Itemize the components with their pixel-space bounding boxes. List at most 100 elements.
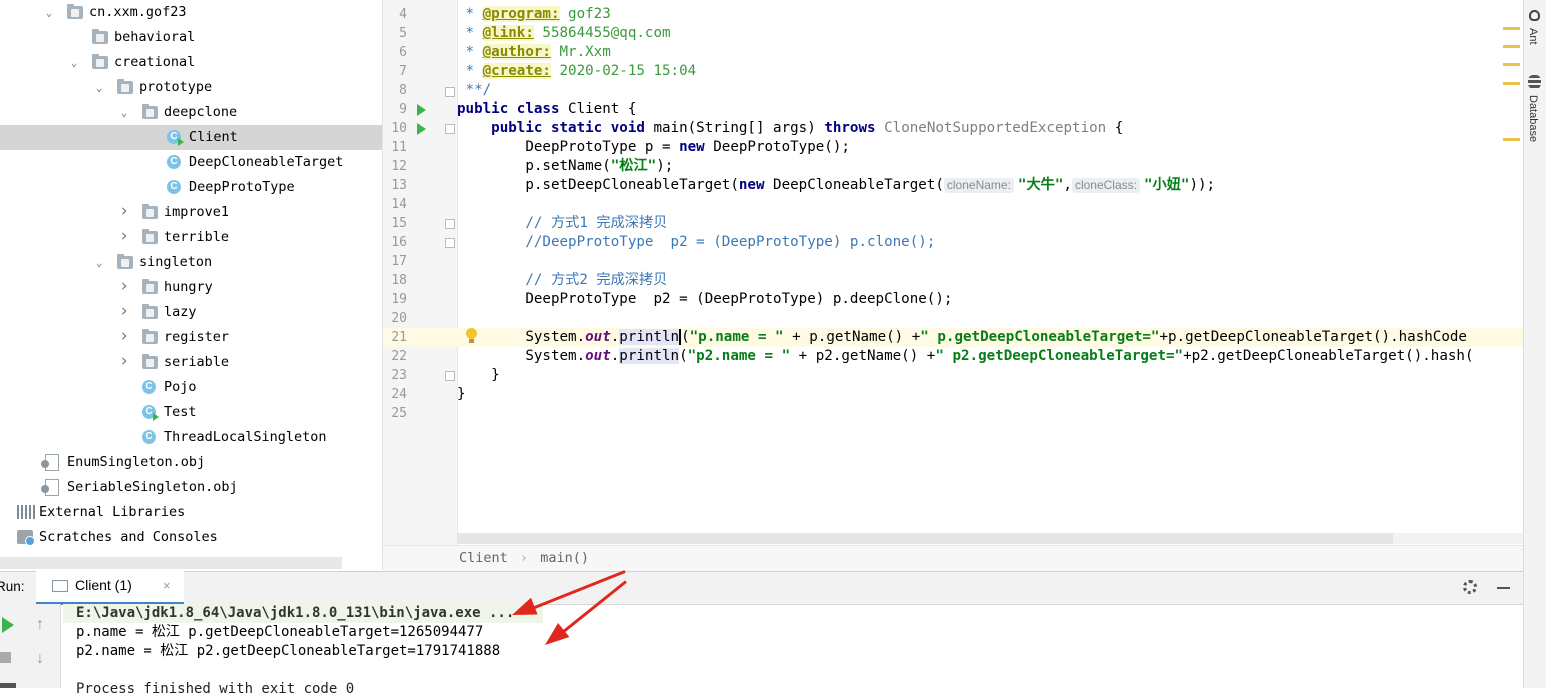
tree-item[interactable]: › hungry — [0, 275, 382, 300]
run-main-gutter-icon[interactable] — [417, 123, 426, 135]
code-line[interactable]: DeepProtoType p = new DeepProtoType(); — [457, 138, 850, 157]
line-number: 24 — [391, 387, 407, 402]
editor-horizontal-scrollbar[interactable] — [457, 533, 1393, 544]
tree-item-label: EnumSingleton.obj — [67, 454, 206, 470]
tree-item-label: SeriableSingleton.obj — [67, 479, 238, 495]
chevron-right-icon[interactable]: › — [118, 275, 130, 300]
parameter-hint: cloneClass: — [1071, 178, 1140, 193]
chevron-right-icon[interactable]: › — [118, 325, 130, 350]
run-class-gutter-icon[interactable] — [417, 104, 426, 116]
code-line[interactable]: * @link: 55864455@qq.com — [457, 24, 671, 43]
chevron-right-icon[interactable]: › — [118, 300, 130, 325]
code-line[interactable]: * @create: 2020-02-15 15:04 — [457, 62, 696, 81]
code-line[interactable]: * @author: Mr.Xxm — [457, 43, 611, 62]
ant-tool-tab[interactable]: Ant — [1527, 28, 1539, 45]
tree-item[interactable]: C Test — [0, 400, 382, 425]
scroll-down-icon[interactable]: ↓ — [36, 650, 44, 668]
code-line[interactable]: public static void main(String[] args) t… — [457, 119, 1123, 138]
line-number: 13 — [391, 178, 407, 193]
tree-item[interactable]: C DeepCloneableTarget — [0, 150, 382, 175]
code-line[interactable]: **/ — [457, 81, 492, 100]
line-number: 23 — [391, 368, 407, 383]
fold-marker[interactable] — [445, 124, 455, 134]
tree-item[interactable]: › terrible — [0, 225, 382, 250]
code-token: //DeepProtoType p2 = (DeepProtoType) p.c… — [525, 234, 936, 250]
tree-item[interactable]: SeriableSingleton.obj — [0, 475, 382, 500]
code-line[interactable]: } — [457, 385, 466, 404]
breadcrumb-method[interactable]: main() — [540, 550, 589, 566]
tree-item[interactable]: ⌄ prototype — [0, 75, 382, 100]
error-stripe-mark[interactable] — [1503, 63, 1520, 66]
fold-marker[interactable] — [445, 87, 455, 97]
tree-item[interactable]: ⌄ deepclone — [0, 100, 382, 125]
tree-item[interactable]: ⌄ cn.xxm.gof23 — [0, 0, 382, 25]
close-tab-icon[interactable]: × — [163, 578, 171, 593]
breadcrumb-class[interactable]: Client — [459, 550, 508, 566]
code-token: System. — [457, 348, 586, 364]
code-token: ( — [681, 329, 690, 345]
code-line[interactable]: p.setDeepCloneableTarget(new DeepCloneab… — [457, 176, 1215, 195]
project-tree: ⌄ cn.xxm.gof23 behavioral ⌄ creational ⌄ proto… — [0, 0, 383, 570]
code-line[interactable]: System.out.println("p2.name = " + p2.get… — [457, 347, 1474, 366]
tree-item[interactable]: EnumSingleton.obj — [0, 450, 382, 475]
run-tab-client[interactable]: Client (1) × — [36, 571, 184, 605]
code-token: } — [457, 367, 500, 383]
tree-item[interactable]: C ThreadLocalSingleton — [0, 425, 382, 450]
tree-item[interactable]: behavioral — [0, 25, 382, 50]
chevron-down-icon[interactable]: ⌄ — [43, 0, 55, 25]
tree-item[interactable]: ⌄ creational — [0, 50, 382, 75]
fold-marker[interactable] — [445, 238, 455, 248]
code-line[interactable]: //DeepProtoType p2 = (DeepProtoType) p.c… — [457, 233, 935, 252]
tree-horizontal-scrollbar[interactable] — [0, 557, 342, 569]
run-tab-label: Client (1) — [75, 577, 132, 593]
tree-item[interactable]: C Pojo — [0, 375, 382, 400]
minimize-icon[interactable] — [1497, 587, 1510, 589]
tree-item[interactable]: › register — [0, 325, 382, 350]
tree-item[interactable]: ⌄ singleton — [0, 250, 382, 275]
code-line[interactable]: public class Client { — [457, 100, 636, 119]
tree-item[interactable]: C Client — [0, 125, 382, 150]
error-stripe-mark[interactable] — [1503, 138, 1520, 141]
package-icon — [142, 354, 158, 369]
code-line[interactable]: } — [457, 366, 500, 385]
code-line[interactable]: * @program: gof23 — [457, 5, 611, 24]
scroll-up-icon[interactable]: ↑ — [36, 616, 44, 634]
chevron-down-icon[interactable]: ⌄ — [93, 75, 105, 100]
code-line[interactable]: p.setName("松江"); — [457, 157, 673, 176]
database-tool-tab[interactable]: Database — [1527, 95, 1539, 142]
chevron-right-icon[interactable]: › — [118, 350, 130, 375]
class-icon: C — [167, 155, 181, 169]
fold-marker[interactable] — [445, 371, 455, 381]
error-stripe-mark[interactable] — [1503, 27, 1520, 30]
tree-item[interactable]: C DeepProtoType — [0, 175, 382, 200]
code-line[interactable]: System.out.println ("p.name = " + p.getNa… — [457, 328, 1467, 347]
code-line[interactable]: // 方式1 完成深拷贝 — [457, 214, 667, 233]
tree-item[interactable]: External Libraries — [0, 500, 382, 525]
tree-item[interactable]: › improve1 — [0, 200, 382, 225]
tree-item[interactable]: › seriable — [0, 350, 382, 375]
lightbulb-icon[interactable] — [466, 328, 477, 343]
chevron-right-icon[interactable]: › — [118, 200, 130, 225]
tree-item-label: register — [164, 329, 230, 345]
chevron-down-icon[interactable]: ⌄ — [68, 50, 80, 75]
package-icon — [142, 304, 158, 319]
error-stripe-mark[interactable] — [1503, 45, 1520, 48]
code-token: println — [619, 348, 680, 364]
code-line[interactable]: // 方式2 完成深拷贝 — [457, 271, 667, 290]
database-icon[interactable] — [1528, 75, 1541, 89]
tree-item[interactable]: › lazy — [0, 300, 382, 325]
restore-layout-icon[interactable] — [0, 683, 16, 688]
chevron-down-icon[interactable]: ⌄ — [93, 250, 105, 275]
error-stripe-mark[interactable] — [1503, 82, 1520, 85]
chevron-down-icon[interactable]: ⌄ — [118, 100, 130, 125]
line-number: 8 — [399, 83, 407, 98]
gear-icon[interactable] — [1463, 580, 1477, 594]
package-icon — [142, 279, 158, 294]
code-line[interactable]: DeepProtoType p2 = (DeepProtoType) p.dee… — [457, 290, 952, 309]
tree-item[interactable]: Scratches and Consoles — [0, 525, 382, 550]
chevron-right-icon[interactable]: › — [118, 225, 130, 250]
rerun-icon[interactable] — [2, 617, 14, 633]
ant-icon[interactable] — [1529, 10, 1540, 21]
stop-icon[interactable] — [0, 652, 11, 663]
fold-marker[interactable] — [445, 219, 455, 229]
